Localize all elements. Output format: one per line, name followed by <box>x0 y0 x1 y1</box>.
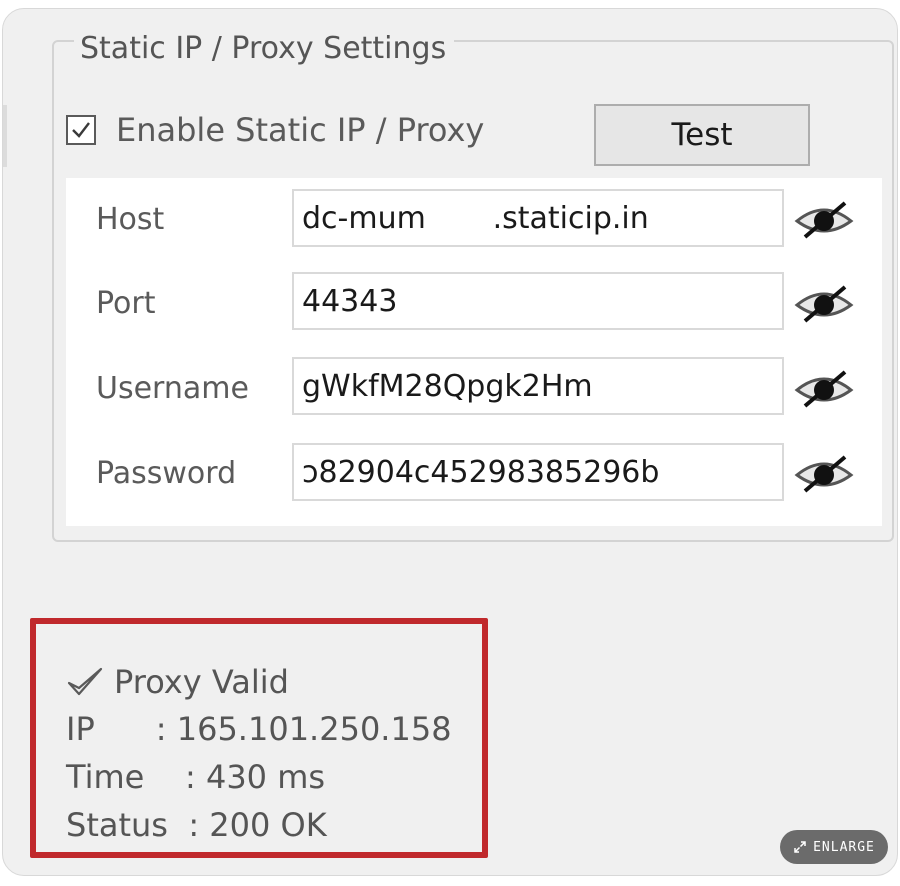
enable-proxy-checkbox[interactable] <box>66 115 96 145</box>
password-label: Password <box>96 456 237 491</box>
password-input[interactable] <box>292 443 784 501</box>
checkmark-icon <box>72 122 90 138</box>
proxy-valid-text: Proxy Valid <box>114 663 289 701</box>
host-input[interactable] <box>292 189 784 247</box>
port-visibility-toggle[interactable] <box>792 280 856 328</box>
port-input[interactable] <box>292 272 784 330</box>
username-label: Username <box>96 371 249 406</box>
enlarge-button[interactable]: ENLARGE <box>780 830 888 864</box>
proxy-valid-line: Proxy Valid <box>66 662 289 702</box>
enable-proxy-checkbox-row[interactable]: Enable Static IP / Proxy <box>66 108 484 152</box>
username-visibility-toggle[interactable] <box>792 365 856 413</box>
port-label: Port <box>96 286 156 321</box>
eye-hidden-icon <box>794 370 854 408</box>
test-button[interactable]: Test <box>594 104 810 166</box>
eye-hidden-icon <box>794 455 854 493</box>
proxy-ip-line: IP : 165.101.250.158 <box>66 710 452 748</box>
enlarge-label: ENLARGE <box>813 839 875 855</box>
expand-arrows-icon <box>793 840 807 854</box>
proxy-status-line: Status : 200 OK <box>66 806 327 844</box>
check-icon <box>66 665 106 699</box>
host-label: Host <box>96 202 165 237</box>
enable-proxy-label: Enable Static IP / Proxy <box>116 111 485 149</box>
left-edge-divider <box>3 105 7 167</box>
username-input[interactable] <box>292 357 784 415</box>
proxy-time-line: Time : 430 ms <box>66 758 326 796</box>
eye-hidden-icon <box>794 201 854 239</box>
host-visibility-toggle[interactable] <box>792 196 856 244</box>
eye-hidden-icon <box>794 285 854 323</box>
groupbox-title: Static IP / Proxy Settings <box>74 29 455 69</box>
password-visibility-toggle[interactable] <box>792 450 856 498</box>
